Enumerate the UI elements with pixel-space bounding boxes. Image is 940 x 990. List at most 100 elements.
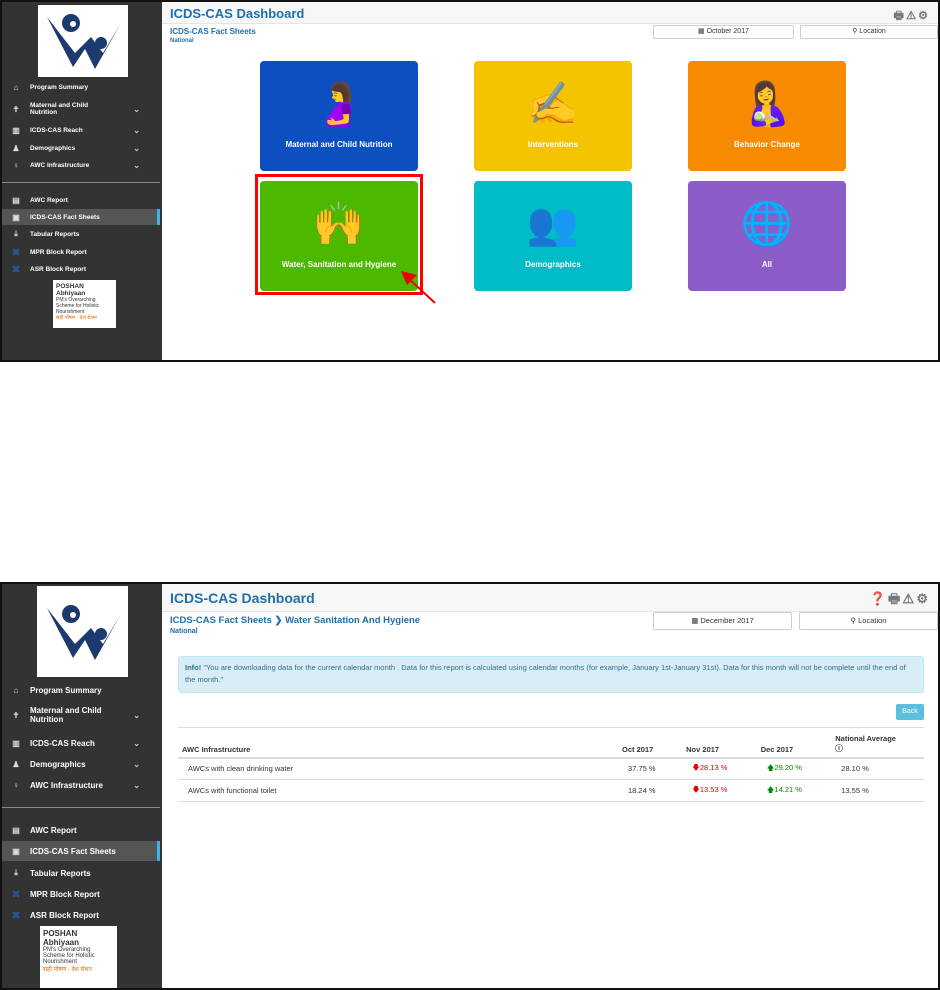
arrow-down-icon: 🡇	[692, 763, 700, 773]
header-oct: Oct 2017	[618, 727, 683, 759]
breadcrumb[interactable]: ICDS-CAS Fact Sheets	[170, 27, 256, 36]
grid-icon: ⌘	[12, 264, 20, 274]
annotation-arrow	[401, 271, 436, 304]
bulb-icon: ♀	[13, 780, 19, 790]
tile-icon: 🌐	[740, 200, 794, 247]
tile-demographics[interactable]: 👥 Demographics	[474, 181, 632, 291]
tile-behavior-change[interactable]: 🤱 Behavior Change	[688, 61, 846, 171]
location-picker[interactable]: ⚲ Location	[800, 25, 938, 39]
sidebar-item-program-summary[interactable]: ⌂ Program Summary	[2, 683, 160, 697]
grid-icon: ⌘	[12, 247, 20, 257]
info-alert: Info! "You are downloading data for the …	[178, 656, 924, 693]
tile-interventions[interactable]: ✍ Interventions	[474, 61, 632, 171]
sidebar-item-awc-report[interactable]: ▤ AWC Report	[2, 820, 160, 840]
alert-icon[interactable]: ⚠	[902, 591, 916, 606]
sidebar-item-icds-cas-fact-sheets[interactable]: ▣ ICDS-CAS Fact Sheets	[2, 841, 160, 861]
breadcrumb-current: Water Sanitation And Hygiene	[285, 615, 421, 626]
location-level: National	[170, 38, 194, 44]
header-national-average: National Average ⓘ	[831, 727, 924, 759]
tile-icon: 👥	[526, 200, 580, 247]
sidebar-item-tabular-reports[interactable]: ⤓ Tabular Reports	[2, 863, 160, 883]
tile-icon: ✍	[526, 80, 580, 127]
grid-icon: ⌘	[12, 910, 20, 920]
sidebar-item-demographics[interactable]: ♟ Demographics ⌄	[2, 757, 160, 771]
tile-icon: 🤱	[740, 80, 794, 127]
awc-infrastructure-table: AWC Infrastructure Oct 2017 Nov 2017 Dec…	[178, 727, 924, 802]
chevron-down-icon: ⌄	[133, 710, 140, 720]
help-icon[interactable]: ❓	[870, 591, 888, 606]
back-button[interactable]: Back	[896, 704, 924, 720]
arrow-down-icon: 🡇	[692, 785, 700, 794]
table-row: AWCs with clean drinking water 37.75 % 🡇28…	[178, 757, 924, 780]
sidebar-item-icds-cas-reach[interactable]: ▥ ICDS-CAS Reach ⌄	[2, 736, 160, 750]
download-icon: ⤓	[14, 229, 18, 238]
calendar-icon: ▦	[691, 616, 701, 625]
app-title: ICDS-CAS Dashboard	[170, 590, 315, 606]
sidebar-item-demographics[interactable]: ♟ Demographics ⌄	[2, 141, 160, 155]
icds-logo	[38, 5, 128, 77]
sidebar-divider	[2, 182, 160, 183]
sidebar-item-awc-infrastructure[interactable]: ♀ AWC Infrastructure ⌄	[2, 158, 160, 172]
chevron-down-icon: ⌄	[133, 104, 140, 114]
chevron-down-icon: ⌄	[133, 780, 140, 790]
top-bar: ICDS-CAS Dashboard ❓🖶⚠⚙	[162, 584, 938, 612]
print-icon[interactable]: 🖶	[894, 10, 906, 22]
download-icon: ⤓	[14, 868, 18, 877]
chevron-down-icon: ⌄	[133, 160, 140, 170]
chevron-down-icon: ⌄	[133, 125, 140, 135]
home-icon: ⌂	[13, 82, 19, 92]
poshan-abhiyaan-logo: POSHAN Abhiyaan PM's Overarching Scheme fo…	[53, 280, 116, 328]
sidebar-item-icds-cas-reach[interactable]: ▥ ICDS-CAS Reach ⌄	[2, 123, 160, 137]
sidebar-item-mpr-block-report[interactable]: ⌘ MPR Block Report	[2, 244, 160, 260]
top-bar: ICDS-CAS Dashboard 🖶⚠⚙	[162, 2, 938, 24]
sidebar-item-maternal-and-child-nutrition[interactable]: ✝ Maternal and Child Nutrition ⌄	[2, 704, 160, 726]
breadcrumb: ICDS-CAS Fact Sheets ❯ Water Sanitation …	[170, 615, 420, 626]
month-picker[interactable]: ▦ October 2017	[653, 25, 794, 39]
sidebar: ⌂ Program Summary ✝ Maternal and Child Nutr…	[2, 2, 162, 360]
file-icon: ▣	[12, 212, 20, 222]
card-icon: ▤	[12, 825, 20, 835]
sidebar-item-awc-report[interactable]: ▤ AWC Report	[2, 192, 160, 208]
info-icon[interactable]: ⓘ	[835, 744, 843, 753]
table-row: AWCs with functional toilet 18.24 % 🡇13.53…	[178, 779, 924, 802]
sidebar-item-mpr-block-report[interactable]: ⌘ MPR Block Report	[2, 884, 160, 904]
location-picker[interactable]: ⚲ Location	[799, 612, 938, 630]
sidebar-item-maternal-and-child-nutrition[interactable]: ✝ Maternal and Child Nutrition ⌄	[2, 98, 160, 120]
month-picker[interactable]: ▦ December 2017	[653, 612, 792, 630]
header-dec: Dec 2017	[756, 727, 832, 759]
pin-icon: ✝	[12, 104, 20, 114]
tile-all[interactable]: 🌐 All	[688, 181, 846, 291]
map-marker-icon: ⚲	[850, 616, 859, 625]
app-title: ICDS-CAS Dashboard	[170, 6, 305, 21]
home-icon: ⌂	[13, 685, 19, 695]
users-icon: ♟	[12, 759, 20, 769]
header-nov: Nov 2017	[682, 727, 757, 759]
alert-icon[interactable]: ⚠	[906, 10, 918, 22]
icds-logo	[37, 586, 128, 677]
sidebar-item-awc-infrastructure[interactable]: ♀ AWC Infrastructure ⌄	[2, 778, 160, 792]
sidebar-item-tabular-reports[interactable]: ⤓ Tabular Reports	[2, 226, 160, 242]
tile-icon: 🤰	[312, 80, 366, 127]
print-icon[interactable]: 🖶	[888, 591, 902, 606]
breadcrumb-parent[interactable]: ICDS-CAS Fact Sheets	[170, 615, 272, 626]
gear-icon[interactable]: ⚙	[918, 10, 930, 22]
sidebar-item-asr-block-report[interactable]: ⌘ ASR Block Report	[2, 261, 160, 277]
tile-maternal-and-child-nutrition[interactable]: 🤰 Maternal and Child Nutrition	[260, 61, 418, 171]
grid-icon: ⌘	[12, 889, 20, 899]
sidebar: ⌂ Program Summary ✝ Maternal and Child Nutr…	[2, 584, 162, 988]
sidebar-item-icds-cas-fact-sheets[interactable]: ▣ ICDS-CAS Fact Sheets	[2, 209, 160, 225]
sidebar-item-program-summary[interactable]: ⌂ Program Summary	[2, 80, 160, 94]
users-icon: ♟	[12, 143, 20, 153]
pin-icon: ✝	[12, 710, 20, 720]
gear-icon[interactable]: ⚙	[916, 591, 930, 606]
bar-chart-icon: ▥	[12, 125, 20, 135]
chevron-down-icon: ⌄	[133, 759, 140, 769]
location-level: National	[170, 628, 198, 635]
header-indicator: AWC Infrastructure	[178, 727, 618, 759]
screenshot-fact-sheets: ⌂ Program Summary ✝ Maternal and Child Nutr…	[0, 0, 940, 362]
chevron-down-icon: ⌄	[133, 738, 140, 748]
sidebar-divider	[2, 807, 160, 808]
sidebar-item-asr-block-report[interactable]: ⌘ ASR Block Report	[2, 905, 160, 925]
file-icon: ▣	[12, 846, 20, 856]
chevron-right-icon: ❯	[274, 615, 283, 626]
